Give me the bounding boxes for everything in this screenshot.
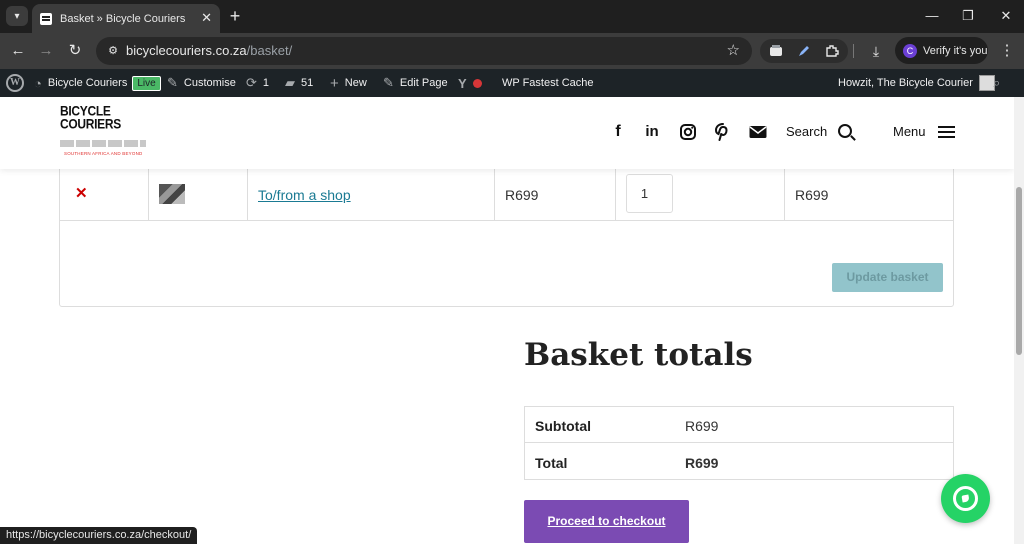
page-scrollbar[interactable]	[1014, 97, 1024, 544]
wp-logo-menu[interactable]: W	[6, 69, 24, 97]
download-icon[interactable]: ⤓	[866, 41, 886, 61]
quantity-input[interactable]	[626, 174, 673, 213]
window-close-icon[interactable]: ✕	[996, 6, 1016, 26]
customise-link[interactable]: ✎ Customise	[167, 69, 236, 97]
admin-search-icon[interactable]: ⌕	[993, 69, 1000, 97]
profile-avatar: C	[903, 43, 917, 58]
product-price: R699	[505, 187, 539, 203]
total-row: Total R699	[525, 444, 953, 480]
comment-icon: ▰	[285, 75, 295, 90]
site-info-icon[interactable]: ⚙	[106, 44, 120, 58]
browser-toolbar: ← → ↻ ⚙ bicyclecouriers.co.za/basket/ ☆ …	[0, 33, 1024, 69]
extensions-puzzle-icon[interactable]	[825, 44, 839, 58]
subtotal-label: Subtotal	[535, 418, 591, 434]
facebook-icon[interactable]: f	[608, 122, 628, 142]
tab-search-icon[interactable]: ▾	[6, 6, 28, 26]
logo-tagline: SOUTHERN AFRICA AND BEYOND	[64, 151, 143, 156]
comments-link[interactable]: ▰ 51	[285, 69, 313, 97]
account-menu[interactable]: Howzit, The Bicycle Courier	[838, 69, 995, 97]
reload-icon[interactable]: ↻	[65, 41, 85, 61]
search-icon[interactable]	[838, 124, 852, 138]
comments-count: 51	[301, 77, 314, 89]
updates-count: 1	[262, 77, 270, 89]
line-subtotal: R699	[795, 187, 829, 203]
instagram-icon[interactable]	[678, 122, 698, 142]
bookmark-star-icon[interactable]: ☆	[727, 42, 740, 60]
verify-profile-button[interactable]: C Verify it's you	[895, 37, 988, 64]
header-search-label[interactable]: Search	[786, 124, 827, 139]
whatsapp-phone-icon	[961, 494, 970, 503]
edit-page-link[interactable]: ✎ Edit Page	[383, 69, 448, 97]
remove-item-icon[interactable]: ✕	[75, 186, 88, 202]
logo-line-2: COURIERS	[60, 115, 121, 132]
header-menu-label[interactable]: Menu	[893, 124, 926, 139]
tab-close-icon[interactable]: ✕	[201, 11, 212, 25]
url-text[interactable]: bicyclecouriers.co.za/basket/	[126, 44, 292, 58]
hamburger-menu-icon[interactable]	[938, 126, 955, 138]
product-thumbnail[interactable]	[159, 184, 185, 204]
cache-label: WP Fastest Cache	[502, 77, 594, 89]
extension-pen-icon[interactable]	[797, 44, 811, 58]
new-label: New	[344, 77, 367, 89]
customise-label: Customise	[183, 77, 236, 89]
browser-menu-icon[interactable]: ⋮	[997, 41, 1017, 61]
logo-stripe	[60, 140, 146, 147]
live-badge: Live	[132, 75, 161, 91]
subtotal-value: R699	[685, 418, 719, 434]
basket-totals-table: Subtotal R699 Total R699	[524, 406, 954, 480]
seo-status-dot	[472, 78, 482, 88]
page-viewport: BICYCLE COURIERS SOUTHERN AFRICA AND BEY…	[0, 97, 1014, 544]
tab-title: Basket » Bicycle Couriers	[60, 12, 186, 25]
scrollbar-thumb[interactable]	[1016, 187, 1022, 355]
site-name: Bicycle Couriers	[47, 77, 128, 89]
pencil-icon: ✎	[383, 75, 394, 90]
new-content-menu[interactable]: + New	[330, 69, 367, 97]
extension-app-icon[interactable]	[769, 44, 783, 58]
yoast-icon: Y	[458, 75, 467, 91]
whatsapp-bubble-icon	[953, 486, 978, 511]
status-bar-url: https://bicyclecouriers.co.za/checkout/	[0, 527, 198, 544]
linkedin-icon[interactable]: in	[642, 122, 662, 142]
plus-icon: +	[330, 74, 339, 92]
basket-totals-heading: Basket totals	[524, 337, 753, 373]
address-bar[interactable]: ⚙ bicyclecouriers.co.za/basket/ ☆	[96, 37, 752, 65]
active-tab[interactable]: Basket » Bicycle Couriers ✕	[32, 4, 220, 33]
update-basket-button[interactable]: Update basket	[832, 263, 943, 292]
edit-page-label: Edit Page	[399, 77, 448, 89]
seo-menu[interactable]: Y	[458, 69, 482, 97]
wp-admin-bar: W ◔ Bicycle Couriers Live ✎ Customise ⟳ …	[0, 69, 1024, 97]
cart-table: ✕ To/from a shop R699 R699 Update basket	[59, 155, 954, 307]
tab-favicon-icon	[40, 12, 52, 25]
total-label: Total	[535, 455, 568, 471]
new-tab-button[interactable]: +	[226, 6, 244, 26]
toolbar-divider	[853, 44, 854, 58]
updates-icon: ⟳	[246, 75, 257, 90]
site-name-menu[interactable]: ◔ Bicycle Couriers Live	[34, 69, 161, 97]
total-value: R699	[685, 455, 719, 471]
extensions-group	[760, 39, 848, 63]
subtotal-row: Subtotal R699	[525, 407, 953, 443]
pinterest-icon[interactable]	[713, 122, 733, 142]
wordpress-icon: W	[6, 74, 24, 92]
restore-icon[interactable]: ❐	[958, 6, 978, 26]
url-path: /basket/	[246, 43, 293, 58]
proceed-to-checkout-button[interactable]: Proceed to checkout	[524, 500, 689, 543]
updates-link[interactable]: ⟳ 1	[246, 69, 269, 97]
product-name-link[interactable]: To/from a shop	[258, 187, 351, 203]
browser-tabstrip: ▾ Basket » Bicycle Couriers ✕ + — ❐ ✕	[0, 0, 1024, 33]
back-icon[interactable]: ←	[8, 41, 28, 61]
site-header: BICYCLE COURIERS SOUTHERN AFRICA AND BEY…	[0, 97, 1014, 169]
email-icon[interactable]	[748, 122, 768, 142]
cache-menu[interactable]: WP Fastest Cache	[502, 69, 594, 97]
verify-label: Verify it's you	[923, 44, 988, 57]
minimize-icon[interactable]: —	[922, 6, 942, 26]
brush-icon: ✎	[167, 75, 178, 90]
forward-icon[interactable]: →	[36, 41, 56, 61]
dashboard-icon: ◔	[34, 75, 42, 91]
howdy-label: Howzit, The Bicycle Courier	[838, 77, 973, 89]
url-host: bicyclecouriers.co.za	[126, 43, 247, 58]
whatsapp-icon[interactable]	[941, 474, 990, 523]
site-logo[interactable]: BICYCLE COURIERS SOUTHERN AFRICA AND BEY…	[60, 103, 150, 164]
